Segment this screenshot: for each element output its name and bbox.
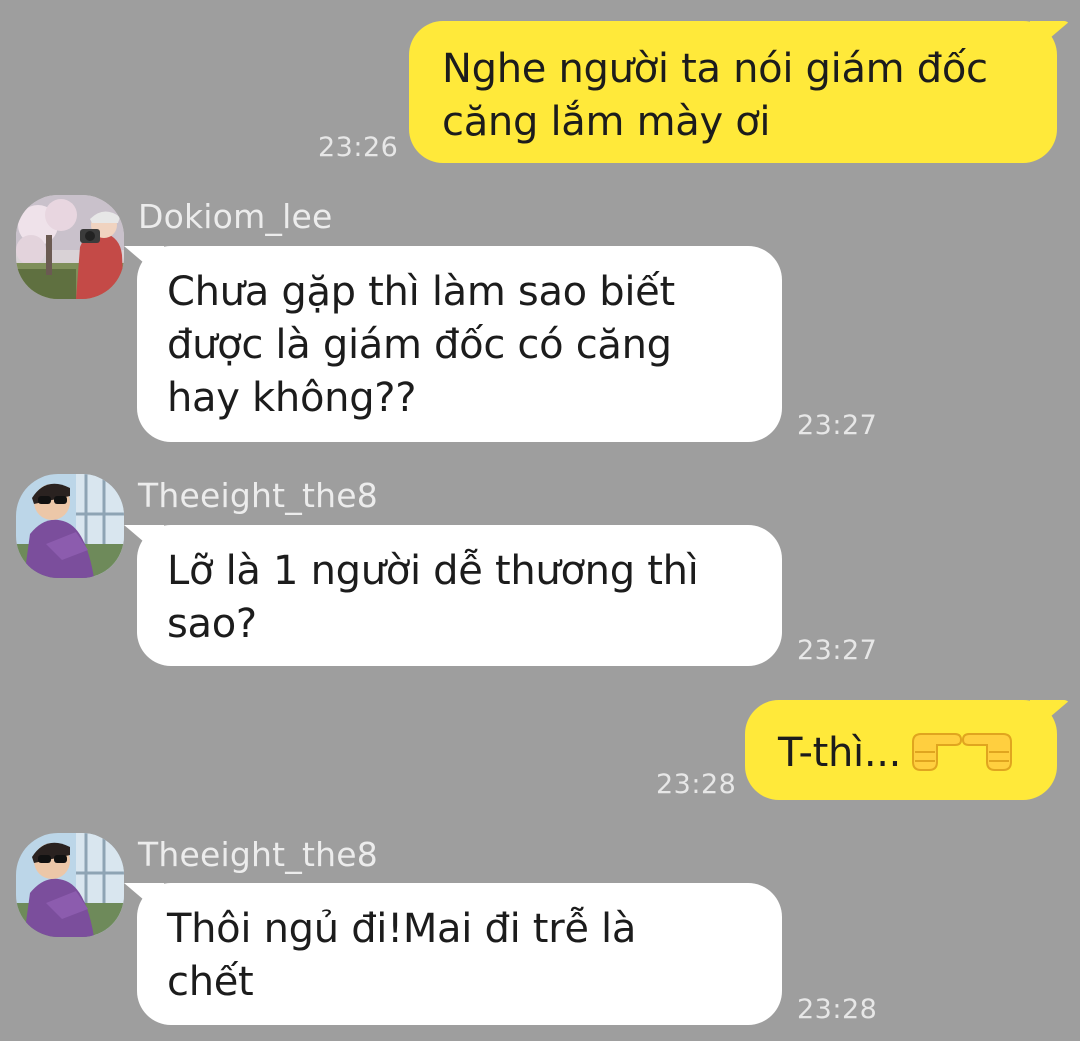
sender-name: Dokiom_lee — [138, 197, 333, 236]
avatar-photo — [16, 833, 124, 937]
sender-name: Theeight_the8 — [138, 835, 378, 874]
avatar[interactable] — [16, 474, 124, 578]
avatar[interactable] — [16, 833, 124, 937]
message-text-line: chết — [167, 959, 254, 1005]
message-bubble[interactable]: Thôi ngủ đi!Mai đi trễ là chết — [137, 883, 782, 1025]
message-timestamp: 23:27 — [797, 635, 878, 666]
message-text-line: được là giám đốc có căng — [167, 322, 672, 368]
message-bubble[interactable]: T-thì... — [745, 700, 1057, 800]
message-bubble[interactable]: Lỡ là 1 người dễ thương thì sao? — [137, 525, 782, 666]
pointing-index-fingers-icon — [907, 724, 1017, 788]
message-text-line: hay không?? — [167, 375, 417, 421]
avatar-photo — [16, 195, 124, 299]
avatar[interactable] — [16, 195, 124, 299]
message-bubble[interactable]: Nghe người ta nói giám đốc căng lắm mày … — [409, 21, 1057, 163]
message-timestamp: 23:28 — [656, 769, 737, 800]
message-text-line: sao? — [167, 601, 257, 647]
message-text-line: Thôi ngủ đi!Mai đi trễ là — [167, 906, 637, 952]
message-bubble[interactable]: Chưa gặp thì làm sao biết được là giám đ… — [137, 246, 782, 442]
message-text-line: T-thì... — [778, 730, 902, 776]
message-timestamp: 23:28 — [797, 994, 878, 1025]
message-text-line: Nghe người ta nói giám đốc — [442, 46, 988, 92]
sender-name: Theeight_the8 — [138, 476, 378, 515]
message-text-row: T-thì... — [778, 724, 1025, 788]
chat-thread: Nghe người ta nói giám đốc căng lắm mày … — [0, 0, 1080, 1041]
message-timestamp: 23:26 — [318, 132, 399, 163]
message-text-line: Lỡ là 1 người dễ thương thì — [167, 548, 699, 594]
message-timestamp: 23:27 — [797, 410, 878, 441]
message-text-line: căng lắm mày ơi — [442, 99, 771, 145]
avatar-photo — [16, 474, 124, 578]
message-text-line: Chưa gặp thì làm sao biết — [167, 269, 675, 315]
